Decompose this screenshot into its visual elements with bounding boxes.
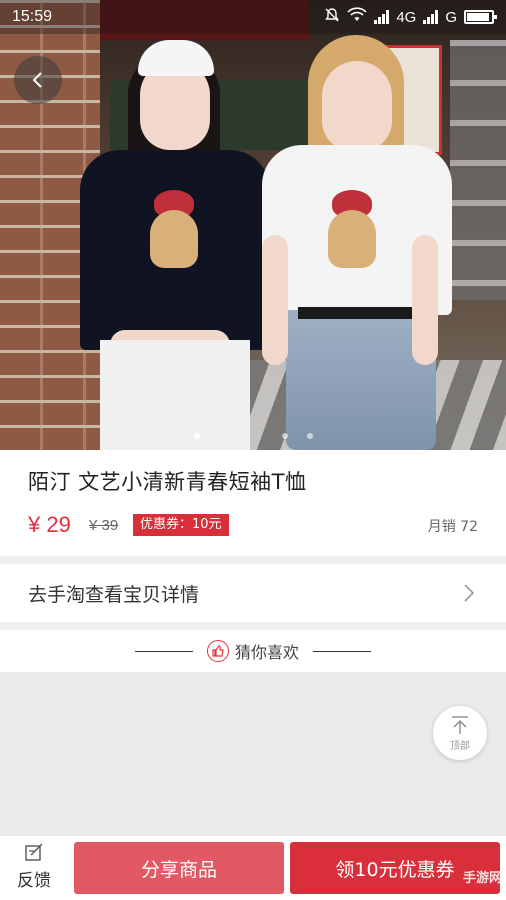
model-right (262, 35, 452, 450)
back-to-top-button[interactable]: 顶部 (433, 706, 487, 760)
carousel-dot[interactable] (194, 433, 200, 439)
wifi-icon (347, 7, 367, 27)
current-price: ¥ 29 (28, 512, 71, 537)
feedback-button[interactable]: 反馈 (8, 842, 60, 896)
chevron-right-icon (464, 584, 475, 602)
mute-icon (324, 7, 340, 27)
feedback-label: 反馈 (17, 871, 51, 891)
product-detail-screen: 15:59 4G G 陌汀 文艺小清新青春短袖T恤 ¥ 29 ¥ 39 优惠券：… (0, 0, 506, 900)
network-label-2: G (445, 8, 457, 26)
chevron-left-icon (32, 72, 42, 88)
product-info-panel: 陌汀 文艺小清新青春短袖T恤 ¥ 29 ¥ 39 优惠券：10元 月销 72 (0, 450, 506, 556)
signal-icon (374, 10, 390, 24)
edit-icon (25, 843, 43, 861)
divider-line (134, 650, 193, 652)
model-left (80, 40, 270, 450)
recommend-section-header: 猜你喜欢 (0, 630, 506, 672)
status-time: 15:59 (12, 8, 53, 25)
signal-icon-2 (423, 10, 439, 24)
network-label-1: 4G (396, 8, 417, 26)
view-details-label: 去手淘查看宝贝详情 (28, 583, 200, 606)
back-to-top-label: 顶部 (450, 741, 470, 752)
view-details-link[interactable]: 去手淘查看宝贝详情 (0, 564, 506, 622)
watermark-logo: 手游网 (462, 871, 502, 886)
recommend-label: 猜你喜欢 (234, 643, 299, 662)
divider-line (313, 650, 371, 652)
share-product-button[interactable]: 分享商品 (74, 842, 284, 894)
carousel-dot[interactable] (282, 433, 288, 439)
carousel-dot[interactable] (307, 433, 313, 439)
share-product-label: 分享商品 (140, 858, 217, 881)
claim-coupon-label: 领10元优惠券 (335, 858, 455, 881)
product-image-carousel[interactable] (0, 0, 506, 450)
monthly-sales: 月销 72 (427, 519, 478, 535)
thumbs-up-icon (206, 640, 229, 662)
back-button[interactable] (14, 56, 62, 104)
bottom-action-bar: 反馈 分享商品 领10元优惠券 手游网 (0, 836, 506, 900)
product-title: 陌汀 文艺小清新青春短袖T恤 (28, 470, 307, 494)
status-bar: 15:59 4G G (0, 0, 506, 34)
original-price: ¥ 39 (89, 517, 119, 534)
recommend-list-area (0, 672, 506, 836)
arrow-up-icon (452, 716, 468, 734)
battery-icon (464, 10, 497, 24)
coupon-badge: 优惠券：10元 (133, 514, 229, 536)
